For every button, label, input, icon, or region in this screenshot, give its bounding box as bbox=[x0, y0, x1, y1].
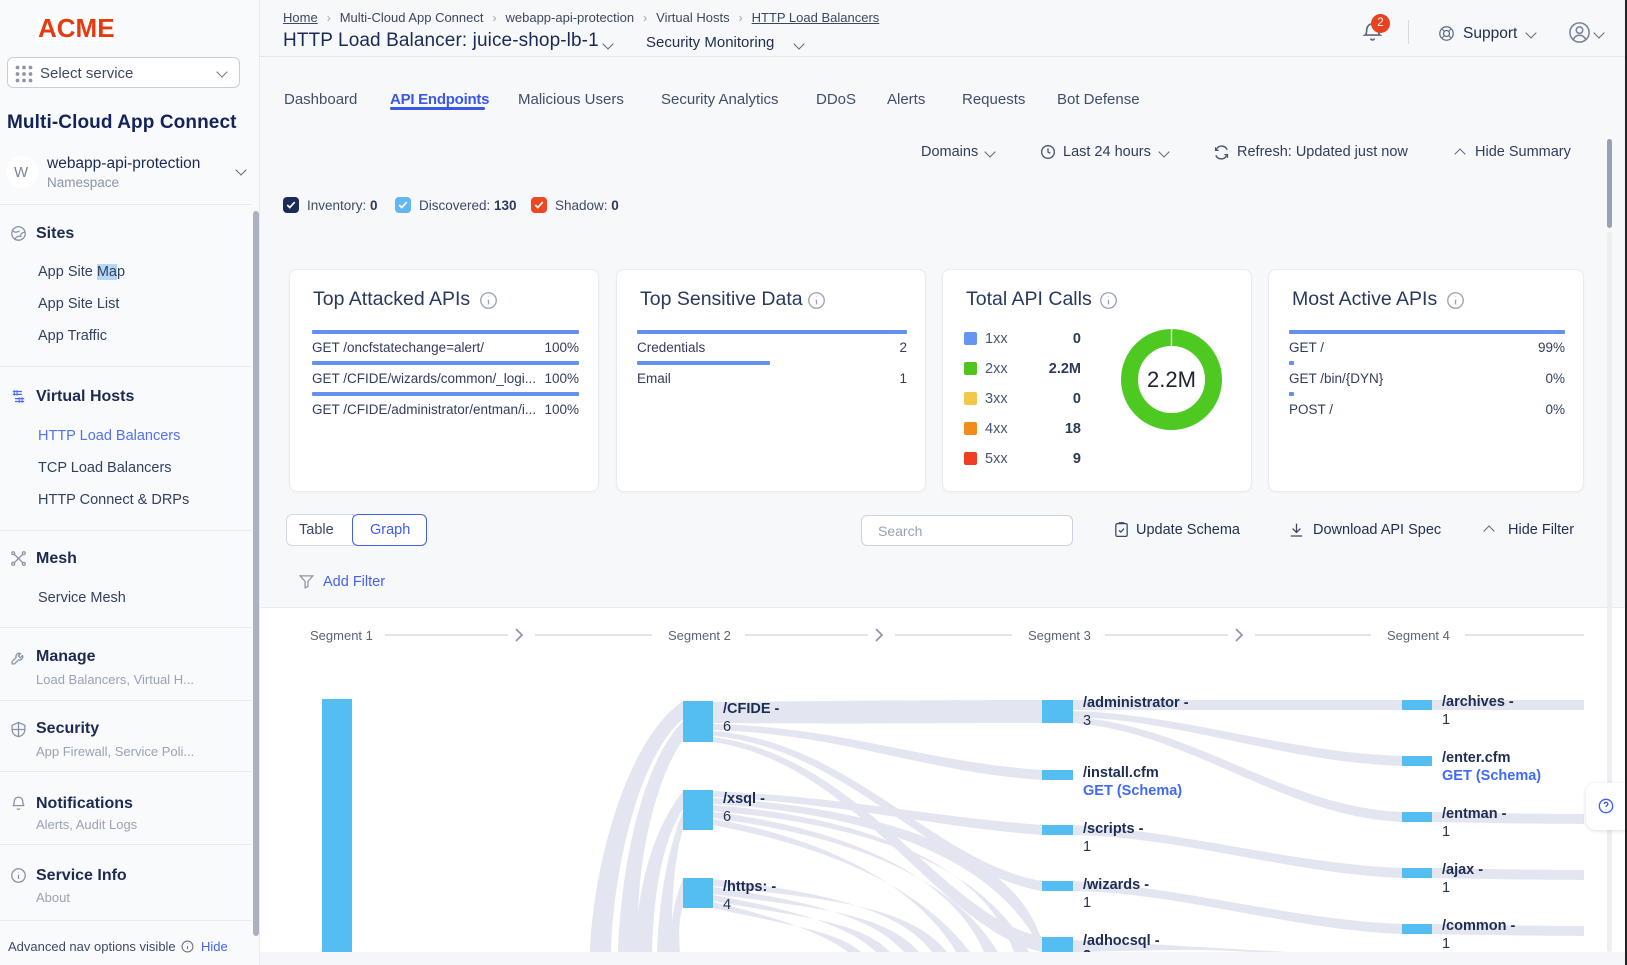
svg-text:/administrator -: /administrator - bbox=[1083, 695, 1189, 711]
svg-text:6: 6 bbox=[723, 719, 731, 735]
svg-text:/wizards -: /wizards - bbox=[1083, 877, 1149, 893]
svg-text:3: 3 bbox=[1083, 713, 1091, 729]
svg-text:2: 2 bbox=[1083, 948, 1091, 952]
svg-text:/scripts -: /scripts - bbox=[1083, 821, 1144, 837]
svg-text:GET (Schema): GET (Schema) bbox=[1083, 783, 1182, 799]
svg-text:Segment 1: Segment 1 bbox=[310, 628, 373, 643]
svg-text:/ajax -: /ajax - bbox=[1442, 862, 1483, 878]
svg-text:/https: -: /https: - bbox=[723, 879, 776, 895]
svg-text:1: 1 bbox=[1442, 824, 1450, 840]
svg-text:1: 1 bbox=[1442, 880, 1450, 896]
svg-text:1: 1 bbox=[1083, 895, 1091, 911]
svg-text:/adhocsql -: /adhocsql - bbox=[1083, 933, 1160, 949]
svg-text:1: 1 bbox=[1442, 712, 1450, 728]
svg-text:GET (Schema): GET (Schema) bbox=[1442, 768, 1541, 784]
svg-text:/enter.cfm: /enter.cfm bbox=[1442, 750, 1511, 766]
svg-text:/xsql -: /xsql - bbox=[723, 791, 765, 807]
svg-text:/CFIDE -: /CFIDE - bbox=[723, 701, 780, 717]
svg-text:1: 1 bbox=[1083, 839, 1091, 855]
svg-text:Segment 4: Segment 4 bbox=[1387, 628, 1450, 643]
svg-text:Segment 2: Segment 2 bbox=[668, 628, 731, 643]
svg-text:/install.cfm: /install.cfm bbox=[1083, 765, 1159, 781]
svg-text:Segment 3: Segment 3 bbox=[1028, 628, 1091, 643]
svg-text:4: 4 bbox=[723, 897, 731, 913]
svg-text:/entman -: /entman - bbox=[1442, 806, 1507, 822]
svg-text:1: 1 bbox=[1442, 936, 1450, 952]
svg-text:6: 6 bbox=[723, 809, 731, 825]
svg-text:/archives -: /archives - bbox=[1442, 694, 1514, 710]
svg-text:/common -: /common - bbox=[1442, 918, 1515, 934]
svg-text:2.2M: 2.2M bbox=[1147, 367, 1196, 392]
